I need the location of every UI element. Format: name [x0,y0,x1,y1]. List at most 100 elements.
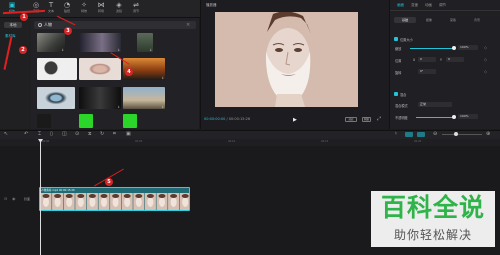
annotation-badge: 3 [64,27,72,35]
subtab-chroma[interactable]: 抠像 [418,17,440,23]
opacity-value[interactable]: 100% [458,114,478,119]
clip-frame-hair [54,194,62,198]
keyframe-icon[interactable]: ◇ [484,57,487,62]
download-icon: ⇩ [149,48,152,52]
split-icon[interactable]: ⌶ [38,131,41,138]
toolbar-effects[interactable]: ✧ 特效 [77,1,91,17]
download-icon: ⇩ [117,76,120,80]
rotate-field[interactable]: 0° [418,69,436,74]
zoom-in-icon[interactable]: ⊕ [486,131,490,138]
crop-icon[interactable]: ▣ [126,131,131,138]
keyframe-icon[interactable]: ◇ [484,69,487,74]
ruler-tick: 00:00 [42,140,50,143]
clip-frame-face [170,197,177,207]
fullscreen-icon[interactable]: ⤢ [377,116,381,122]
delete-icon[interactable]: ▯ [50,131,53,138]
time-ruler[interactable] [0,139,500,146]
tab-picture[interactable]: 画面 [397,2,404,8]
close-icon[interactable]: × [186,21,190,29]
clip-frame-face [89,197,96,207]
playhead[interactable] [40,139,41,255]
preview-axis-icon[interactable]: ⊖ [433,131,437,138]
clip-frame-face [66,197,73,207]
position-y-field[interactable]: 0 [446,57,464,62]
subtab-background[interactable]: 背景 [466,17,488,23]
undo-icon[interactable]: ↶ [24,131,28,138]
media-thumbnail[interactable]: ⇩ [37,58,77,80]
link-toggle[interactable] [417,132,425,137]
position-x-field[interactable]: 0 [418,57,436,62]
effects-icon: ✧ [81,1,87,9]
media-thumbnail[interactable]: ⇩ [79,58,121,80]
clip-frame-hair [181,194,189,198]
media-thumbnail[interactable] [37,114,51,128]
zoom-slider[interactable] [442,134,482,135]
face-image [215,12,358,107]
media-thumbnail[interactable]: ⇩ [37,87,75,109]
clip-frame-hair [112,194,120,198]
section-blend-label: 混合 [400,93,407,97]
search-icon [38,23,42,27]
blend-mode-select[interactable]: 正常 [418,102,452,107]
keyframe-icon[interactable]: ◇ [484,45,487,50]
subtab-mask[interactable]: 蒙版 [442,17,464,23]
rotate-icon[interactable]: ↻ [100,131,104,138]
player-title: 播放器 [206,3,217,7]
sidebar-item-library[interactable]: 素材库 [5,34,29,39]
media-thumbnail[interactable]: ⇩ [79,33,121,52]
video-preview[interactable] [215,12,358,107]
media-thumbnail[interactable]: ⇩ [37,33,65,52]
select-icon[interactable]: ↖ [4,131,8,138]
annotation-badge: 1 [20,13,28,21]
opacity-slider[interactable] [416,115,456,119]
media-thumbnail[interactable]: ⇩ [137,33,153,52]
ratio-button[interactable]: 原始 [362,117,371,122]
media-thumbnail[interactable]: ⇩ [79,87,121,109]
toolbar-text[interactable]: T 文本 [44,1,58,17]
subtab-basic[interactable]: 基础 [394,17,416,23]
download-icon: ⇩ [73,76,76,80]
search-value: 人物 [44,22,52,27]
eye-icon[interactable]: ◉ [12,196,16,201]
toolbar-adjust[interactable]: ⇌ 调节 [129,1,143,17]
clip-frame-face [54,197,61,207]
crop-icon[interactable]: ⌗ [113,131,116,138]
mirror-icon[interactable]: ⧖ [88,131,92,138]
clip-frame-face [77,197,84,207]
zoom-knob[interactable] [454,132,458,136]
annotation-badge: 5 [105,178,113,186]
play-button[interactable]: ▶ [293,117,297,123]
toolbar-media[interactable]: ▣媒体 [5,1,19,17]
position-checkbox[interactable] [394,37,398,41]
toolbar-audio[interactable]: ◎音频 [29,1,43,17]
toolbar-transition[interactable]: ⋈ 转场 [94,1,108,17]
media-thumbnail[interactable] [123,114,137,128]
lock-icon[interactable]: ⊟ [4,196,7,201]
microphone-icon[interactable]: ♮ [395,131,397,138]
reverse-icon[interactable]: ⊙ [75,131,79,138]
blend-checkbox[interactable] [394,92,398,96]
media-icon: ▣ [8,1,16,9]
divider [390,10,500,11]
local-tab[interactable]: 本地 [4,22,22,28]
opacity-label: 不透明度 [395,116,408,120]
tab-animation[interactable]: 动画 [425,2,432,8]
clip-frame-hair [146,194,154,198]
media-thumbnail[interactable] [79,114,93,128]
tab-speed[interactable]: 变速 [411,2,418,8]
blend-mode-label: 混合模式 [395,104,408,108]
scale-value[interactable]: 100% [458,45,478,50]
freeze-icon[interactable]: ◫ [62,131,67,138]
tab-adjust[interactable]: 调节 [439,2,446,8]
track-cover-label[interactable]: 封面 [24,197,30,201]
fit-button[interactable]: 适应 [345,117,357,122]
snap-toggle[interactable] [405,132,413,137]
track-header: ⊟ ◉ 封面 [0,187,38,211]
media-thumbnail[interactable]: ⇩ [123,87,165,109]
scale-slider[interactable] [410,46,456,50]
toolbar-filter[interactable]: ◈ 滤镜 [112,1,126,17]
clip-frame-face [159,197,165,207]
search-input[interactable] [34,21,196,29]
ruler-tick: 00:05 [135,140,143,143]
toolbar-sticker[interactable]: ◔ 贴纸 [60,1,74,17]
